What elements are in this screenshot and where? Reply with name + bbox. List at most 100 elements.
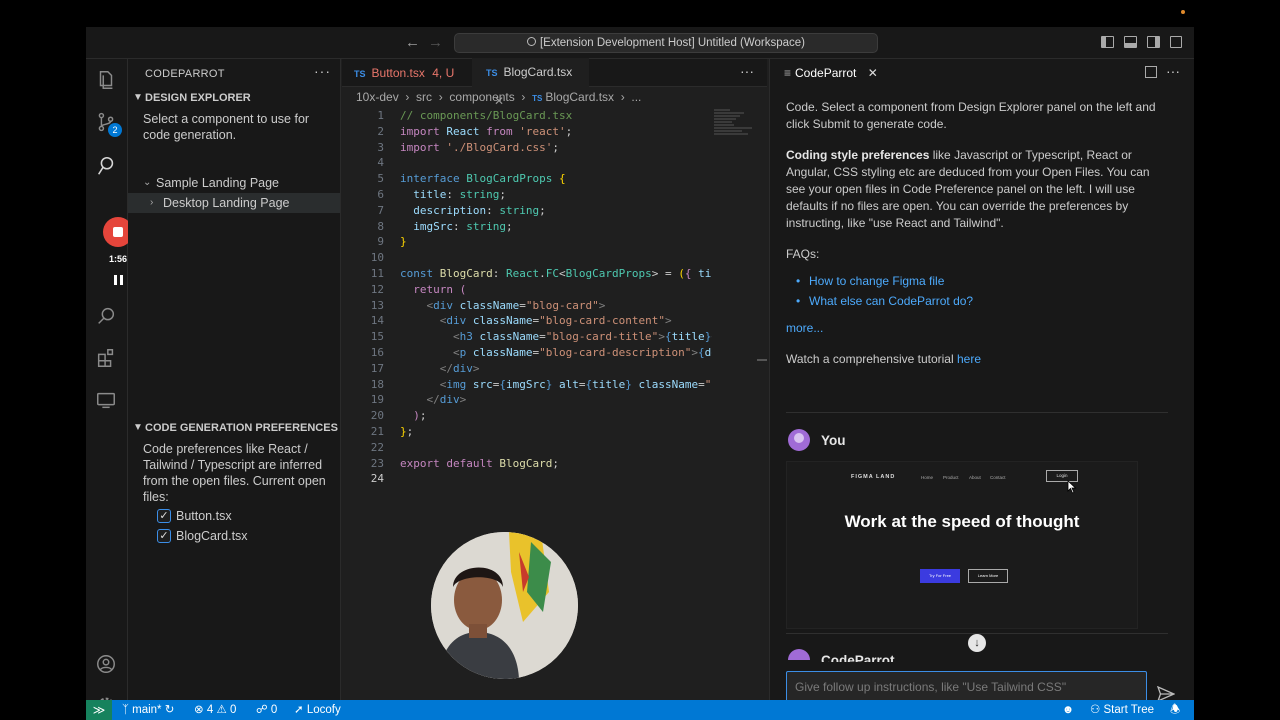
sync-icon: ↻	[164, 704, 175, 716]
ports-status[interactable]: ☍ 0	[256, 700, 277, 720]
typescript-icon: TS	[532, 94, 543, 103]
code-area[interactable]: // components/BlogCard.tsx import React …	[400, 108, 712, 487]
warning-count: 0	[229, 704, 237, 716]
code-line: description: string;	[413, 203, 546, 217]
tab-codeparrot[interactable]: ≡ CodeParrot ✕	[784, 59, 878, 87]
chevron-down-icon: ▼	[133, 92, 143, 103]
checkbox-checked-icon[interactable]: ✓	[157, 529, 171, 543]
close-panel-icon[interactable]: ✕	[868, 66, 878, 80]
tab-button-tsx[interactable]: TS Button.tsx 4, U	[354, 59, 454, 87]
line-number: 17	[370, 361, 384, 375]
divider	[786, 412, 1168, 413]
extensions-icon[interactable]	[95, 347, 117, 369]
checkbox-checked-icon[interactable]: ✓	[157, 509, 171, 523]
design-explorer-hint: Select a component to use for code gener…	[143, 112, 310, 142]
branch-status[interactable]: ᛉ main* ↻	[122, 700, 174, 720]
design-preview-image: FIGMA LAND Home Product About Contact Lo…	[786, 461, 1138, 629]
search-sidebar-icon[interactable]	[95, 305, 117, 327]
faq-link-what-else[interactable]: What else can CodeParrot do?	[809, 294, 973, 308]
tab-blogcard-tsx[interactable]: TS BlogCard.tsx ✕	[472, 58, 589, 108]
sidebar: CODEPARROT ··· ▼ DESIGN EXPLORER Select …	[128, 59, 341, 700]
command-center[interactable]: [Extension Development Host] Untitled (W…	[454, 33, 878, 53]
locofy-icon: ➚	[294, 704, 304, 716]
minimap[interactable]	[714, 108, 758, 148]
toggle-secondary-sidebar-icon[interactable]	[1147, 36, 1160, 48]
design-explorer-title: DESIGN EXPLORER	[145, 92, 251, 104]
title-bar: ← → [Extension Development Host] Untitle…	[86, 27, 1194, 59]
forward-arrow-icon[interactable]: →	[428, 34, 443, 51]
line-number: 3	[377, 140, 384, 154]
code-line: const BlogCard: React.FC<BlogCardProps> …	[400, 266, 712, 280]
remote-indicator-icon[interactable]: ≫	[86, 700, 112, 720]
back-arrow-icon[interactable]: ←	[405, 34, 420, 51]
code-line: }	[400, 235, 407, 249]
file-name: Button.tsx	[176, 509, 232, 523]
editor-more-icon[interactable]: ···	[740, 63, 754, 79]
remote-explorer-icon[interactable]	[95, 389, 117, 411]
preferences-header[interactable]: ▼ CODE GENERATION PREFERENCES	[128, 417, 341, 439]
code-line: <div className="blog-card">	[426, 298, 606, 312]
panel-more-icon[interactable]: ···	[1166, 63, 1180, 79]
vscode-window: ← → [Extension Development Host] Untitle…	[86, 27, 1194, 720]
code-line: import './BlogCard.css';	[400, 140, 559, 154]
chevron-right-icon: ›	[150, 197, 154, 208]
search-icon	[526, 37, 536, 46]
panel-title: CodeParrot	[795, 66, 857, 80]
line-number: 11	[370, 266, 384, 280]
design-explorer-header[interactable]: ▼ DESIGN EXPLORER	[128, 87, 341, 109]
input-placeholder: Give follow up instructions, like "Use T…	[795, 680, 1067, 694]
preview-nav-item: Contact	[990, 475, 1006, 480]
tab-status: 4, U	[432, 66, 455, 80]
copilot-icon[interactable]: ☻	[1062, 700, 1074, 720]
scm-badge: 2	[108, 123, 122, 137]
ports-icon: ☍	[256, 704, 268, 716]
breadcrumb-item[interactable]: src	[416, 90, 432, 104]
start-tree-status[interactable]: ⚇ Start Tree	[1090, 700, 1154, 720]
typescript-icon: TS	[354, 69, 366, 79]
breadcrumb: 10x-dev › src › components › TS BlogCard.…	[356, 90, 642, 104]
line-number: 14	[370, 314, 384, 328]
typescript-icon: TS	[486, 68, 498, 78]
preferences-hint: Code preferences like React / Tailwind /…	[143, 442, 326, 504]
notifications-bell-icon[interactable]: 🕭	[1170, 700, 1180, 720]
faq-link-change-figma[interactable]: How to change Figma file	[809, 274, 944, 288]
editor-scrollbar[interactable]	[757, 359, 767, 361]
locofy-label: Locofy	[306, 704, 341, 716]
pause-icon[interactable]	[114, 275, 123, 285]
breadcrumb-file[interactable]: BlogCard.tsx	[545, 90, 614, 104]
breadcrumb-tail[interactable]: ...	[631, 90, 641, 104]
code-line: // components/BlogCard.tsx	[400, 109, 573, 122]
customize-layout-icon[interactable]	[1170, 36, 1182, 48]
split-editor-icon[interactable]	[1145, 66, 1157, 78]
explorer-icon[interactable]	[95, 69, 117, 91]
code-line: export default BlogCard;	[400, 456, 559, 470]
person-icon: ⚇	[1090, 704, 1101, 716]
more-actions-icon[interactable]: ···	[314, 63, 331, 79]
list-item: How to change Figma file	[796, 273, 1170, 290]
user-name: You	[821, 433, 846, 448]
tree-item-sample-landing-page[interactable]: ⌄ Sample Landing Page	[143, 173, 279, 193]
avatar	[788, 649, 810, 660]
more-link[interactable]: more...	[786, 321, 823, 335]
preview-logo: FIGMA LAND	[851, 474, 896, 480]
problems-status[interactable]: ⊗ 4 ⚠ 0	[194, 700, 236, 720]
ports-count: 0	[270, 704, 278, 716]
toggle-panel-icon[interactable]	[1124, 36, 1137, 48]
account-icon[interactable]	[95, 653, 117, 675]
status-bar: ≫ ᛉ main* ↻ ⊗ 4 ⚠ 0 ☍ 0 ➚ Locofy ☻ ⚇ Sta…	[86, 700, 1194, 720]
toggle-sidebar-icon[interactable]	[1101, 36, 1114, 48]
breadcrumb-item[interactable]: 10x-dev	[356, 90, 399, 104]
locofy-status[interactable]: ➚ Locofy	[294, 700, 341, 720]
tree-item-desktop-landing-page[interactable]: › Desktop Landing Page	[150, 193, 289, 213]
code-line: import React from 'react';	[400, 124, 573, 138]
intro-text: Code. Select a component from Design Exp…	[786, 100, 1156, 131]
line-number: 5	[377, 172, 384, 186]
codeparrot-icon[interactable]	[95, 155, 117, 177]
scroll-down-icon[interactable]: ↓	[968, 634, 986, 652]
breadcrumb-item[interactable]: components	[449, 90, 514, 104]
tutorial-link[interactable]: here	[957, 352, 981, 366]
line-number: 7	[377, 203, 384, 217]
line-number: 8	[377, 219, 384, 233]
